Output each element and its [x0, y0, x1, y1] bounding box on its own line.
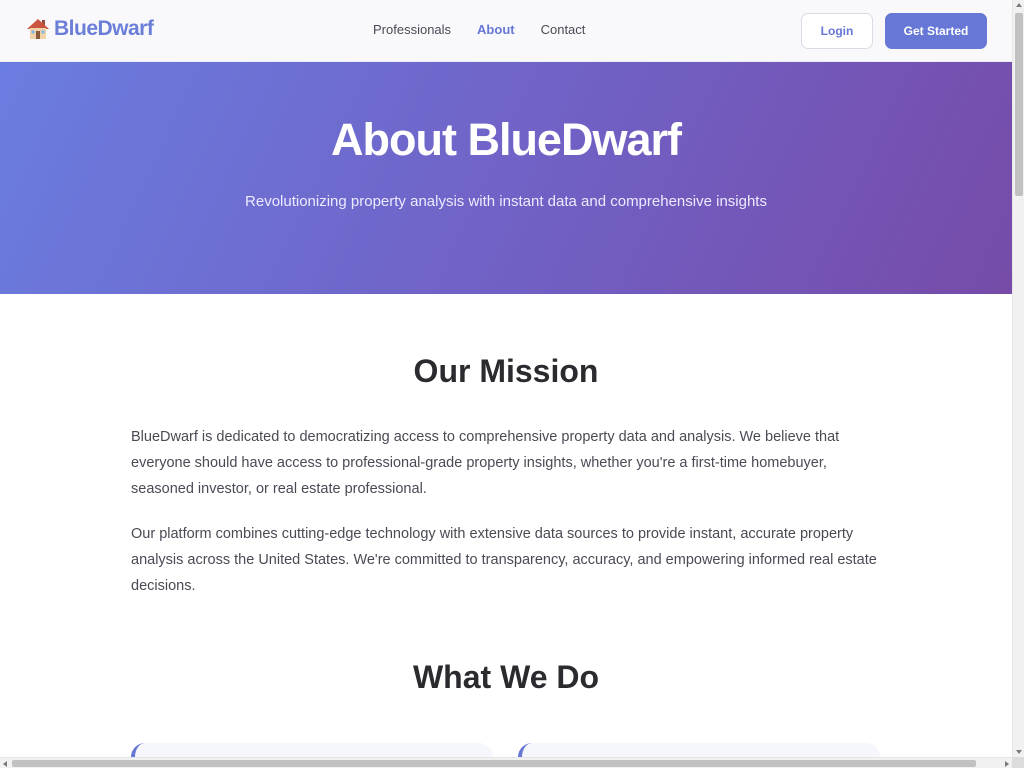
nav-contact[interactable]: Contact	[541, 22, 586, 37]
house-icon	[26, 17, 50, 41]
scroll-down-arrow-icon[interactable]	[1016, 750, 1022, 754]
browser-viewport: BlueDwarf Professionals About Contact Lo…	[0, 0, 1024, 768]
scroll-up-arrow-icon[interactable]	[1016, 3, 1022, 7]
nav-professionals[interactable]: Professionals	[373, 22, 451, 37]
nav-about[interactable]: About	[477, 22, 515, 37]
scroll-right-arrow-icon[interactable]	[1005, 761, 1009, 767]
hero-banner: About BlueDwarf Revolutionizing property…	[0, 62, 1012, 294]
scrollbar-corner	[1012, 757, 1024, 768]
vertical-scrollbar[interactable]	[1012, 0, 1024, 757]
mission-heading: Our Mission	[413, 353, 599, 389]
mission-paragraph-1: BlueDwarf is dedicated to democratizing …	[131, 429, 840, 497]
hero-title: About BlueDwarf	[331, 114, 682, 165]
navbar: BlueDwarf Professionals About Contact Lo…	[0, 0, 1012, 62]
what-we-do-heading: What We Do	[412, 659, 600, 695]
mission-paragraph-2: Our platform combines cutting-edge techn…	[131, 526, 877, 594]
login-button[interactable]: Login	[801, 13, 873, 49]
brand-logo[interactable]: BlueDwarf	[26, 17, 154, 41]
vertical-scroll-thumb[interactable]	[1015, 13, 1023, 196]
page: BlueDwarf Professionals About Contact Lo…	[0, 0, 1012, 757]
feature-card	[131, 743, 493, 757]
feature-card	[518, 743, 880, 757]
horizontal-scroll-thumb[interactable]	[12, 760, 976, 767]
hero-subtitle: Revolutionizing property analysis with i…	[245, 193, 767, 210]
main-nav: Professionals About Contact	[373, 22, 585, 37]
get-started-button[interactable]: Get Started	[885, 13, 987, 49]
scroll-left-arrow-icon[interactable]	[3, 761, 7, 767]
horizontal-scrollbar[interactable]	[0, 757, 1012, 768]
brand-name: BlueDwarf	[54, 17, 154, 40]
